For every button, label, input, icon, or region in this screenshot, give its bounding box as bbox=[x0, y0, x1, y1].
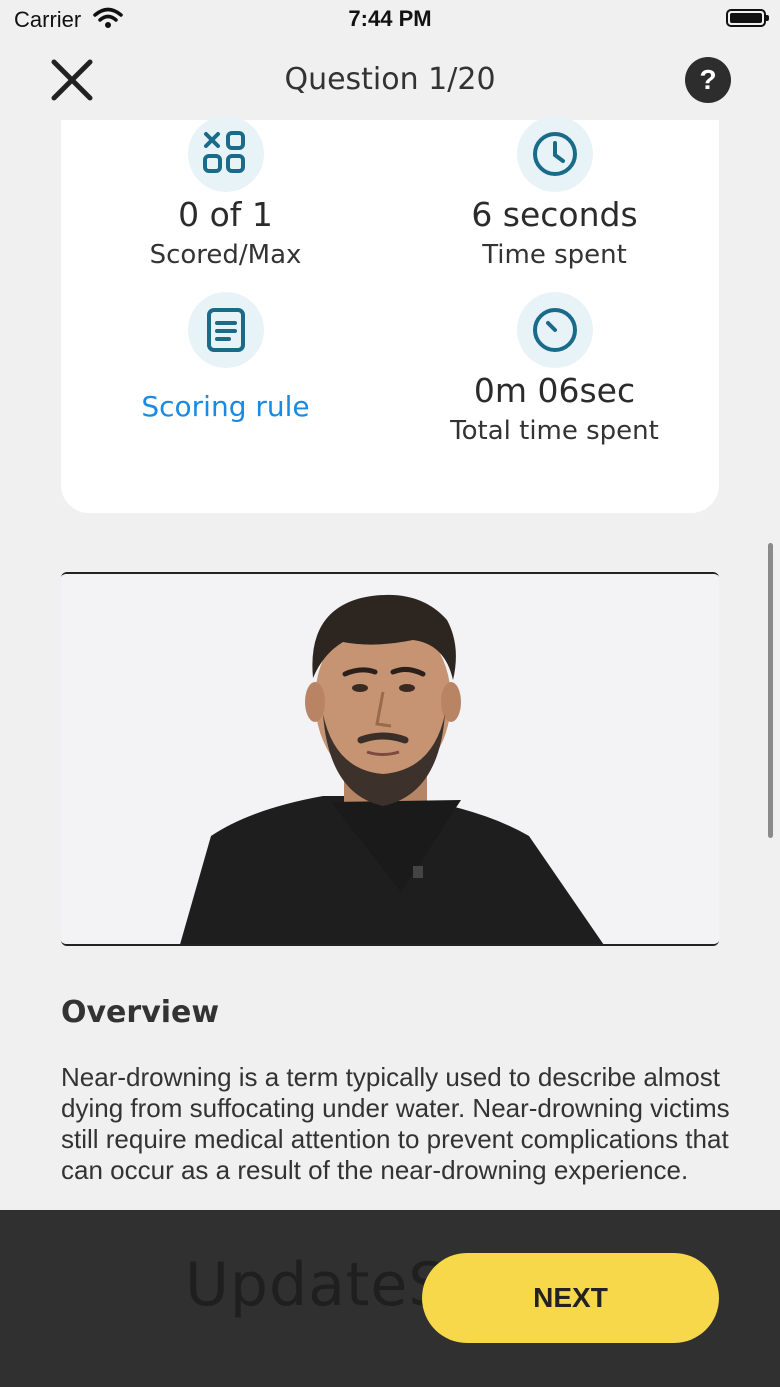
total-time-value: 0m 06sec bbox=[473, 371, 636, 410]
total-time-label: Total time spent bbox=[450, 416, 659, 446]
status-time: 7:44 PM bbox=[348, 6, 432, 31]
scoring-rule-stat: Scoring rule bbox=[61, 292, 390, 423]
status-bar: Carrier 7:44 PM bbox=[0, 0, 780, 40]
total-time-stat: 0m 06sec Total time spent bbox=[390, 292, 719, 446]
help-button[interactable]: ? bbox=[685, 57, 731, 103]
overview-heading: Overview bbox=[61, 995, 220, 1030]
clock-icon bbox=[516, 116, 593, 192]
video-frame-presenter bbox=[61, 574, 719, 944]
document-icon bbox=[187, 292, 264, 368]
scroll-indicator[interactable] bbox=[768, 543, 773, 838]
nav-bar: Question 1/20 ? bbox=[0, 40, 780, 120]
page-title: Question 1/20 bbox=[284, 62, 496, 97]
time-spent-label: Time spent bbox=[482, 240, 627, 270]
score-label: Scored/Max bbox=[149, 240, 302, 270]
time-spent-stat: 6 seconds Time spent bbox=[390, 116, 719, 270]
overview-text: Near-drowning is a term typically used t… bbox=[61, 1062, 730, 1185]
score-stat: 0 of 1 Scored/Max bbox=[61, 116, 390, 270]
score-value: 0 of 1 bbox=[178, 195, 273, 234]
help-icon: ? bbox=[699, 64, 717, 95]
time-spent-value: 6 seconds bbox=[471, 195, 638, 234]
stats-card: 0 of 1 Scored/Max 6 seconds Time spent S… bbox=[61, 116, 719, 513]
scoring-rule-link[interactable]: Scoring rule bbox=[61, 390, 390, 423]
next-button[interactable]: NEXT bbox=[422, 1253, 719, 1343]
clock-icon bbox=[516, 292, 593, 368]
battery-icon bbox=[726, 9, 769, 27]
video-player[interactable] bbox=[61, 572, 719, 946]
score-icon bbox=[187, 116, 264, 192]
bottom-bar: UpdateStar.com NEXT bbox=[0, 1210, 780, 1387]
